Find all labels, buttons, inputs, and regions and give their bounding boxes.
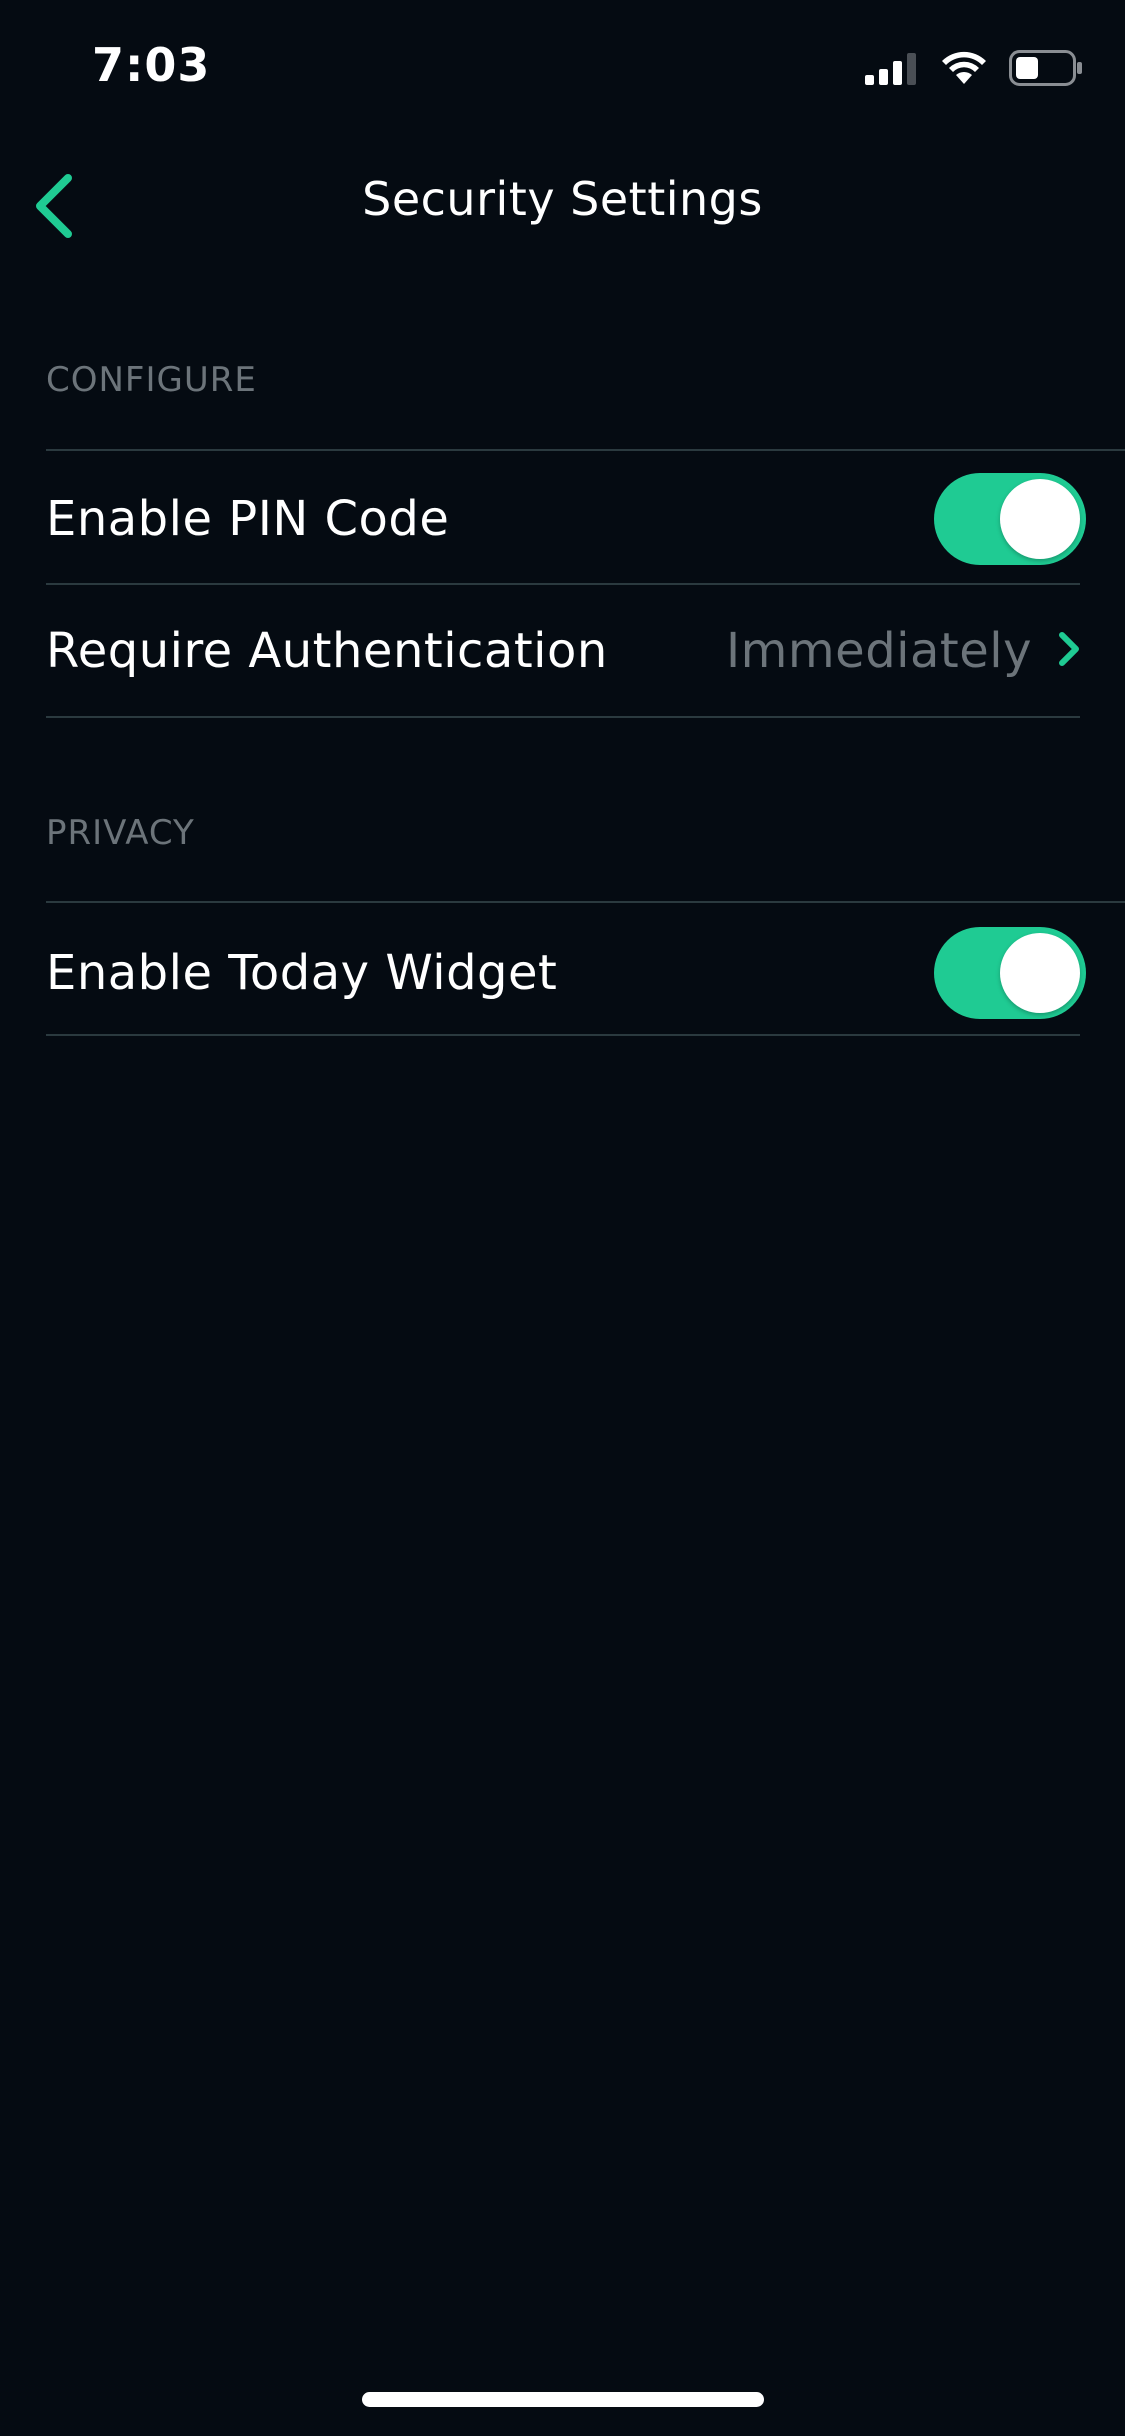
divider [46,449,1125,451]
divider [46,716,1080,718]
status-bar: 7:03 [0,0,1125,140]
row-enable-pin-code[interactable]: Enable PIN Code [46,453,1086,585]
divider [46,1034,1080,1036]
row-enable-today-widget[interactable]: Enable Today Widget [46,907,1086,1039]
row-label: Enable Today Widget [46,945,558,1001]
enable-pin-code-toggle[interactable] [934,473,1086,565]
row-value-wrap: Immediately [726,623,1080,679]
page-title: Security Settings [362,172,763,226]
cellular-signal-icon [865,51,919,89]
home-indicator[interactable] [362,2392,764,2407]
divider [46,901,1125,903]
status-time: 7:03 [92,38,211,92]
nav-bar: Security Settings [0,150,1125,254]
battery-icon [1009,50,1083,90]
row-require-authentication[interactable]: Require Authentication Immediately [46,585,1080,717]
row-label: Require Authentication [46,623,608,679]
chevron-right-icon [1058,631,1080,671]
wifi-icon [941,51,987,89]
toggle-knob [1000,933,1080,1013]
status-icons [865,50,1083,90]
require-authentication-value: Immediately [725,623,1032,679]
section-header-privacy: PRIVACY [46,813,195,853]
section-header-configure: CONFIGURE [46,360,257,400]
row-label: Enable PIN Code [46,491,450,547]
toggle-knob [1000,479,1080,559]
enable-today-widget-toggle[interactable] [934,927,1086,1019]
